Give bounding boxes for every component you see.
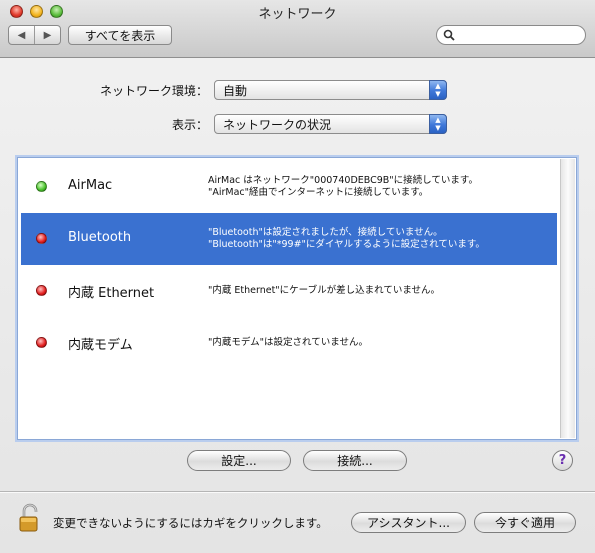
show-popup[interactable]: ネットワークの状況 ▲ ▼: [214, 114, 447, 134]
status-line-1: AirMac はネットワーク"000740DEBC9B"に接続しています。: [208, 175, 478, 186]
status-green-icon: [36, 181, 47, 192]
service-name: 内蔵 Ethernet: [68, 286, 155, 301]
list-item-bluetooth[interactable]: Bluetooth "Bluetooth"は設定されましたが、接続していません。…: [21, 213, 557, 265]
connect-button[interactable]: 接続...: [303, 450, 407, 471]
status-red-icon: [36, 285, 47, 296]
window-title: ネットワーク: [258, 7, 337, 22]
back-button[interactable]: ◀: [9, 26, 34, 44]
lock-message: 変更できないようにするにはカギをクリックします。: [53, 516, 328, 530]
service-status: AirMac はネットワーク"000740DEBC9B"に接続しています。 "A…: [208, 175, 478, 199]
apply-now-button[interactable]: 今すぐ適用: [474, 512, 576, 533]
lock-icon[interactable]: [17, 503, 45, 533]
location-popup[interactable]: 自動 ▲ ▼: [214, 80, 447, 100]
search-icon: [443, 29, 455, 41]
service-status: "Bluetooth"は設定されましたが、接続していません。 "Bluetoot…: [208, 227, 485, 251]
network-preferences-window: ネットワーク ◀ ▶ すべてを表示 ネットワーク環境： 自動 ▲ ▼ 表示： ネッ…: [0, 0, 595, 553]
service-status: "内蔵 Ethernet"にケーブルが差し込まれていません。: [208, 285, 441, 296]
list-item-airmac[interactable]: AirMac AirMac はネットワーク"000740DEBC9B"に接続して…: [21, 161, 557, 213]
service-name: Bluetooth: [68, 230, 132, 245]
show-label: 表示：: [171, 118, 208, 132]
list-item-builtin-ethernet[interactable]: 内蔵 Ethernet "内蔵 Ethernet"にケーブルが差し込まれていませ…: [21, 265, 557, 317]
vertical-scrollbar[interactable]: [560, 159, 575, 438]
status-red-icon: [36, 337, 47, 348]
status-line-2: "AirMac"経由でインターネットに接続しています。: [208, 187, 429, 198]
list-item-builtin-modem[interactable]: 内蔵モデム "内蔵モデム"は設定されていません。: [21, 317, 557, 369]
status-line-2: "Bluetooth"は"*99#"にダイヤルするように設定されています。: [208, 239, 485, 250]
divider-highlight: [0, 492, 595, 493]
title-toolbar: ネットワーク ◀ ▶ すべてを表示: [0, 0, 595, 58]
search-input[interactable]: [455, 27, 579, 43]
assistant-button[interactable]: アシスタント...: [351, 512, 466, 533]
configure-button[interactable]: 設定...: [187, 450, 291, 471]
search-field[interactable]: [436, 25, 586, 45]
service-name: 内蔵モデム: [68, 338, 133, 353]
help-button[interactable]: ?: [552, 450, 573, 471]
popup-arrows-icon: ▲ ▼: [429, 114, 447, 134]
status-red-icon: [36, 233, 47, 244]
service-name: AirMac: [68, 178, 113, 193]
network-services-list[interactable]: AirMac AirMac はネットワーク"000740DEBC9B"に接続して…: [17, 157, 577, 440]
status-line-1: "Bluetooth"は設定されましたが、接続していません。: [208, 227, 443, 238]
popup-arrows-icon: ▲ ▼: [429, 80, 447, 100]
show-all-button[interactable]: すべてを表示: [68, 25, 172, 45]
show-value: ネットワークの状況: [223, 117, 332, 132]
forward-button[interactable]: ▶: [34, 26, 60, 44]
location-label: ネットワーク環境：: [99, 84, 208, 98]
service-status: "内蔵モデム"は設定されていません。: [208, 337, 368, 348]
location-value: 自動: [223, 83, 248, 98]
back-forward-control: ◀ ▶: [8, 25, 61, 45]
